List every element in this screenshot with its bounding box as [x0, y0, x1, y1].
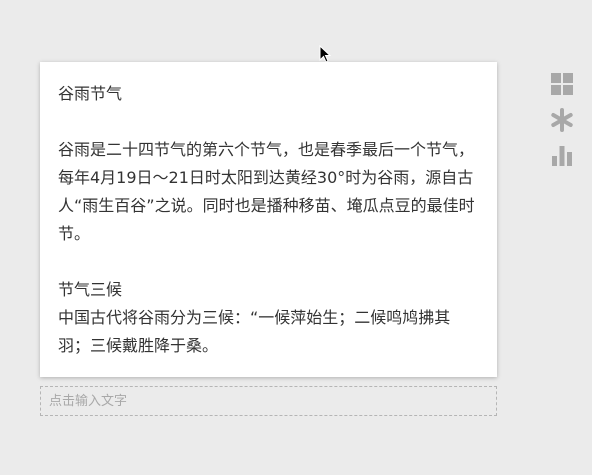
card-title: 谷雨节气 — [58, 84, 123, 103]
card-paragraph-phenology: 中国古代将谷雨分为三候：“一候萍始生；二候鸣鸠拂其羽；三候戴胜降于桑。 — [58, 308, 451, 355]
text-card[interactable]: 谷雨节气 谷雨是二十四节气的第六个节气，也是春季最后一个节气，每年4月19日～2… — [40, 62, 497, 377]
asterisk-icon[interactable] — [550, 108, 574, 132]
mouse-cursor-icon — [319, 45, 331, 63]
side-toolbar — [550, 72, 574, 180]
text-input[interactable] — [40, 386, 497, 416]
editor-stage: 谷雨节气 谷雨是二十四节气的第六个节气，也是春季最后一个节气，每年4月19日～2… — [0, 0, 592, 475]
card-paragraph-intro: 谷雨是二十四节气的第六个节气，也是春季最后一个节气，每年4月19日～21日时太阳… — [58, 140, 475, 243]
card-subtitle: 节气三候 — [58, 280, 123, 299]
grid-icon[interactable] — [550, 72, 574, 96]
bar-chart-icon[interactable] — [550, 144, 574, 168]
